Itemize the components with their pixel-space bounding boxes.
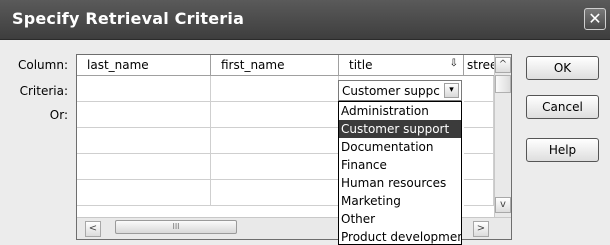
criteria-cell-last-name[interactable] [77, 76, 211, 102]
column-header-last-name[interactable]: last_name [77, 55, 211, 76]
dropdown-option[interactable]: Administration [339, 102, 461, 120]
or-cell[interactable] [77, 180, 211, 206]
column-header-first-name[interactable]: first_name [211, 55, 339, 76]
dropdown-option[interactable]: Other [339, 210, 461, 228]
scroll-down-button[interactable]: v [495, 197, 511, 213]
or-cell[interactable] [464, 180, 494, 206]
or-cell[interactable] [211, 128, 339, 154]
chevron-down-icon[interactable]: ▾ [444, 83, 459, 98]
title-criteria-combobox[interactable]: Customer suppc ▾ [338, 80, 462, 101]
criteria-cell-street[interactable] [464, 76, 494, 102]
dialog-title: Specify Retrieval Criteria [12, 9, 245, 28]
title-options-dropdown[interactable]: Administration Customer support Documentat… [338, 101, 462, 245]
sort-arrow-icon: ⇩ [449, 58, 458, 69]
criteria-cell-first-name[interactable] [211, 76, 339, 102]
column-row-label: Column: [18, 58, 68, 72]
or-cell[interactable] [77, 102, 211, 128]
scroll-left-icon: < [88, 223, 98, 234]
dropdown-option[interactable]: Finance [339, 156, 461, 174]
title-criteria-value[interactable]: Customer suppc [342, 84, 444, 98]
scroll-right-button[interactable]: > [473, 221, 489, 237]
scroll-right-icon: > [476, 223, 486, 234]
help-button[interactable]: Help [526, 138, 599, 162]
or-cell[interactable] [77, 154, 211, 180]
vertical-scroll-thumb[interactable] [495, 75, 511, 93]
scroll-up-button[interactable]: ^ [495, 57, 511, 73]
dropdown-option[interactable]: Human resources [339, 174, 461, 192]
or-cell[interactable] [211, 180, 339, 206]
or-cell[interactable] [464, 102, 494, 128]
cancel-button[interactable]: Cancel [526, 95, 599, 119]
or-cell[interactable] [464, 128, 494, 154]
scroll-down-icon: v [500, 199, 506, 210]
horizontal-scroll-thumb[interactable]: III [115, 220, 237, 234]
close-button[interactable]: ✕ [584, 8, 606, 30]
criteria-row-label: Criteria: [19, 84, 68, 98]
or-cell[interactable] [77, 128, 211, 154]
scroll-left-button[interactable]: < [85, 221, 101, 237]
scroll-up-icon: ^ [498, 59, 508, 70]
dropdown-option[interactable]: Marketing [339, 192, 461, 210]
dialog-titlebar: Specify Retrieval Criteria ✕ [0, 0, 610, 40]
close-icon: ✕ [588, 9, 602, 28]
dropdown-option[interactable]: Documentation [339, 138, 461, 156]
dropdown-option[interactable]: Product developmen [339, 228, 461, 244]
or-cell[interactable] [211, 102, 339, 128]
ok-button[interactable]: OK [526, 56, 599, 80]
or-cell[interactable] [211, 154, 339, 180]
or-cell[interactable] [464, 154, 494, 180]
dropdown-option[interactable]: Customer support [339, 120, 461, 138]
or-row-label: Or: [49, 108, 68, 122]
column-header-title[interactable]: title ⇩ [339, 55, 464, 76]
vertical-scrollbar[interactable]: ^ v [494, 55, 511, 217]
scroll-grip-icon: III [172, 222, 180, 231]
